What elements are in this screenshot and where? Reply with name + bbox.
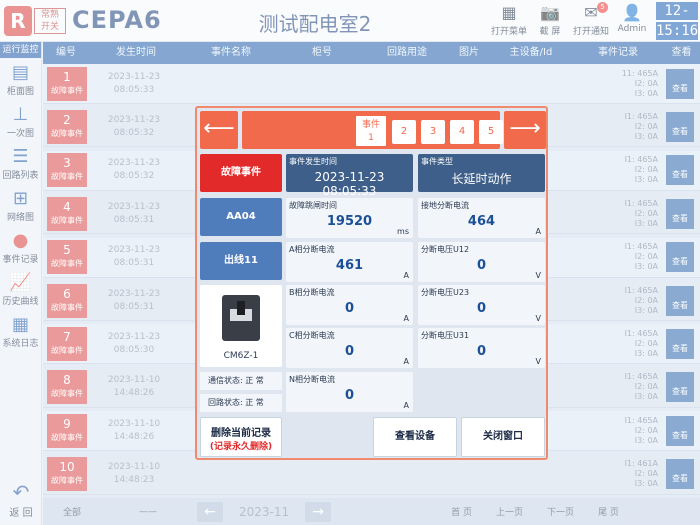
event-page-5[interactable]: 5: [479, 120, 503, 144]
measure-cell: C相分断电流 0 A: [286, 328, 413, 368]
measure-cell: B相分断电流 0 A: [286, 285, 413, 325]
close-window-button[interactable]: 关闭窗口: [461, 417, 545, 457]
view-device-button[interactable]: 查看设备: [373, 417, 457, 457]
measure-value: 19520: [326, 214, 373, 229]
measure-value: 464: [467, 214, 496, 229]
arrow-right-icon: ⟶: [509, 116, 541, 141]
next-event-button[interactable]: ⟶: [504, 111, 546, 149]
occur-time-value: 2023-11-23 08:05:33: [314, 170, 385, 198]
device-image: CM6Z-1: [200, 285, 282, 367]
measure-cell: 故障跳闸时间 19520 ms: [286, 198, 413, 238]
event-type-cell: 事件类型 长延时动作: [418, 154, 545, 192]
event-page-1[interactable]: 事件 1: [355, 115, 387, 147]
comm-status: 通信状态: 正 常: [200, 372, 282, 390]
measure-cell: A相分断电流 461 A: [286, 242, 413, 282]
measure-value: 0: [344, 301, 355, 316]
arrow-left-icon: ⟵: [203, 116, 235, 141]
measure-value: 0: [476, 344, 487, 359]
device-model: CM6Z-1: [223, 351, 259, 361]
measure-cell: 分断电压U12 0 V: [418, 242, 545, 282]
event-state-badge: 故障事件: [200, 154, 282, 192]
event-page-4[interactable]: 4: [450, 120, 474, 144]
delete-note: (记录永久删除): [209, 442, 273, 452]
measure-cell: 分断电压U23 0 V: [418, 285, 545, 325]
event-detail-modal: ⟵ 事件 1 2 3 4 5 ⟶ 故障事件 事件发生时间 2023-11-23 …: [195, 106, 548, 460]
measure-cell: 分断电压U31 0 V: [418, 328, 545, 368]
measure-value: 0: [344, 344, 355, 359]
event-type-value: 长延时动作: [451, 172, 512, 186]
measure-value: 0: [344, 388, 355, 403]
event-page-3[interactable]: 3: [421, 120, 445, 144]
circuit-label: 出线11: [200, 242, 282, 280]
delete-record-button[interactable]: 删除当前记录 (记录永久删除): [200, 417, 282, 457]
occur-time-cell: 事件发生时间 2023-11-23 08:05:33: [286, 154, 413, 198]
loop-status: 回路状态: 正 常: [200, 394, 282, 412]
event-page-2[interactable]: 2: [392, 120, 416, 144]
event-page-bar: 事件 1 2 3 4 5: [242, 111, 503, 149]
measure-cell: N相分断电流 0 A: [286, 372, 413, 412]
cabinet-label: AA04: [200, 198, 282, 236]
breaker-icon: [222, 295, 260, 341]
measure-value: 0: [476, 258, 487, 273]
prev-event-button[interactable]: ⟵: [200, 111, 238, 149]
measure-value: 461: [335, 258, 364, 273]
measure-cell: 接地分断电流 464 A: [418, 198, 545, 238]
measure-value: 0: [476, 301, 487, 316]
